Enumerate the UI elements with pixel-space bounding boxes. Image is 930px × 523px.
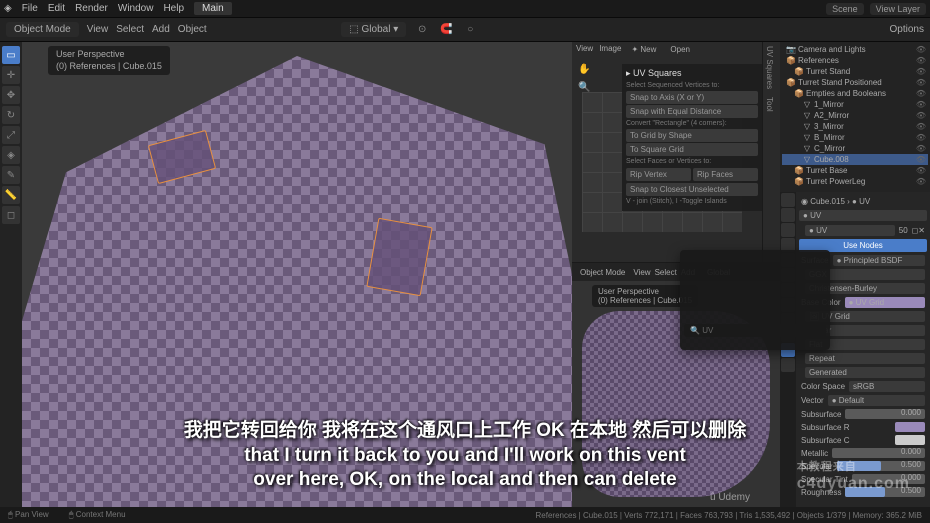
menu-render[interactable]: Render <box>75 3 108 14</box>
snap-icon[interactable]: 🧲 <box>438 22 454 38</box>
tool-select-box[interactable]: ▭ <box>2 46 20 64</box>
menu-view[interactable]: View <box>87 24 109 35</box>
tab-tool[interactable]: Tool <box>763 93 776 116</box>
rip-vertex-button[interactable]: Rip Vertex <box>626 168 691 181</box>
surface-shader-field[interactable]: ● Principled BSDF <box>833 255 925 266</box>
menu-object[interactable]: Object <box>178 24 207 35</box>
menu-window[interactable]: Window <box>118 3 154 14</box>
menu-add[interactable]: Add <box>152 24 170 35</box>
status-stats: References | Cube.015 | Verts 772,171 | … <box>536 511 922 520</box>
prop-tab-output[interactable] <box>781 208 795 222</box>
outliner-item[interactable]: ▽1_Mirror👁 <box>782 99 928 110</box>
prop-tab-texture[interactable] <box>781 358 795 372</box>
material-name-field[interactable]: ● UV <box>805 225 895 236</box>
scene-selector[interactable]: Scene <box>826 3 864 15</box>
base-color-field[interactable]: ● UV Grid <box>845 297 925 308</box>
outliner-item[interactable]: 📷Camera and Lights👁 <box>782 44 928 55</box>
outliner-item[interactable]: 📦Turret Stand Positioned👁 <box>782 77 928 88</box>
grid-shape-button[interactable]: To Grid by Shape <box>626 129 758 142</box>
uv-menu-image[interactable]: Image <box>599 44 621 55</box>
uv-new-button[interactable]: ✦ New <box>627 44 660 55</box>
uv-editor[interactable]: View Image ✦ New Open ✋ 🔍 ▸ UV Squares S… <box>572 42 762 262</box>
tool-add-cube[interactable]: ◻ <box>2 206 20 224</box>
outliner[interactable]: 📷Camera and Lights👁📦References👁📦Turret S… <box>780 42 930 192</box>
tool-move[interactable]: ✥ <box>2 86 20 104</box>
orientation-selector[interactable]: ⬚ Global ▾ <box>341 22 406 37</box>
square-grid-button[interactable]: To Square Grid <box>626 143 758 156</box>
tool-scale[interactable]: ⤢ <box>2 126 20 144</box>
udemy-label: û Udemy <box>710 492 750 503</box>
snap-equal-button[interactable]: Snap with Equal Distance <box>626 105 758 118</box>
menu-view-2[interactable]: View <box>633 268 650 277</box>
outliner-item[interactable]: ▽C_Mirror👁 <box>782 143 928 154</box>
sss-radius-color[interactable] <box>895 422 925 432</box>
uv-open-button[interactable]: Open <box>666 44 694 55</box>
viewlayer-selector[interactable]: View Layer <box>870 3 926 15</box>
viewport-info: User Perspective (0) References | Cube.0… <box>48 46 170 75</box>
proportional-icon[interactable]: ○ <box>462 22 478 38</box>
prop-tab-view[interactable] <box>781 223 795 237</box>
menu-file[interactable]: File <box>22 3 38 14</box>
extension-field[interactable]: Repeat <box>805 353 925 364</box>
prop-tab-render[interactable] <box>781 193 795 207</box>
menu-select[interactable]: Select <box>116 24 144 35</box>
outliner-item[interactable]: ▽B_Mirror👁 <box>782 132 928 143</box>
vector-field[interactable]: ● Default <box>828 395 925 406</box>
material-delete-icon[interactable]: ✕ <box>918 226 925 235</box>
colorspace-field[interactable]: sRGB <box>849 381 925 392</box>
outliner-item[interactable]: 📦Turret PowerLeg👁 <box>782 176 928 187</box>
sss-color[interactable] <box>895 435 925 445</box>
search-input[interactable]: 🔍 UV <box>684 324 826 337</box>
uv-squares-panel: ▸ UV Squares Select Sequenced Vertices t… <box>622 64 762 211</box>
hand-icon[interactable]: ✋ <box>578 64 590 75</box>
pivot-icon[interactable]: ⊙ <box>414 22 430 38</box>
snap-axis-button[interactable]: Snap to Axis (X or Y) <box>626 91 758 104</box>
tool-measure[interactable]: 📏 <box>2 186 20 204</box>
material-browse-icon[interactable]: ◻ <box>912 226 919 235</box>
tool-cursor[interactable]: ✛ <box>2 66 20 84</box>
toolbar-3d: ▭ ✛ ✥ ↻ ⤢ ◈ ✎ 📏 ◻ <box>0 42 22 507</box>
rip-faces-button[interactable]: Rip Faces <box>693 168 758 181</box>
uv-menu-view[interactable]: View <box>576 44 593 55</box>
tab-uv-squares[interactable]: UV Squares <box>763 42 776 93</box>
outliner-item[interactable]: 📦Turret Base👁 <box>782 165 928 176</box>
blender-logo[interactable]: ◈ <box>4 3 12 14</box>
mode-selector[interactable]: Object Mode <box>6 22 79 37</box>
source-field[interactable]: Generated <box>805 367 925 378</box>
tool-annotate[interactable]: ✎ <box>2 166 20 184</box>
tool-transform[interactable]: ◈ <box>2 146 20 164</box>
snap-closest-button[interactable]: Snap to Closest Unselected <box>626 183 758 196</box>
status-hint-context: 🖱 Context Menu <box>69 510 126 520</box>
viewport-3d[interactable]: User Perspective (0) References | Cube.0… <box>22 42 572 507</box>
workspace-tab-main[interactable]: Main <box>194 2 232 15</box>
material-slot[interactable]: ● UV <box>799 210 927 221</box>
outliner-item[interactable]: 📦References👁 <box>782 55 928 66</box>
outliner-item[interactable]: 📦Turret Stand👁 <box>782 66 928 77</box>
watermark: 本教程来自 c4dyuan.com <box>797 457 910 493</box>
menu-select-2[interactable]: Select <box>655 268 677 277</box>
outliner-item[interactable]: 📦Empties and Booleans👁 <box>782 88 928 99</box>
mode-selector-2[interactable]: Object Mode <box>576 267 629 278</box>
model-surface <box>22 42 572 507</box>
search-popup[interactable]: 🔍 UV <box>680 250 830 350</box>
subsurface-slider[interactable]: 0.000 <box>845 409 925 419</box>
status-hint-pan: 🖱 Pan View <box>8 510 49 520</box>
menu-help[interactable]: Help <box>163 3 184 14</box>
menu-edit[interactable]: Edit <box>48 3 65 14</box>
outliner-item[interactable]: ▽3_Mirror👁 <box>782 121 928 132</box>
outliner-item[interactable]: ▽A2_Mirror👁 <box>782 110 928 121</box>
options-dropdown[interactable]: Options <box>890 24 924 35</box>
outliner-item[interactable]: ▽Cube.008👁 <box>782 154 928 165</box>
tool-rotate[interactable]: ↻ <box>2 106 20 124</box>
